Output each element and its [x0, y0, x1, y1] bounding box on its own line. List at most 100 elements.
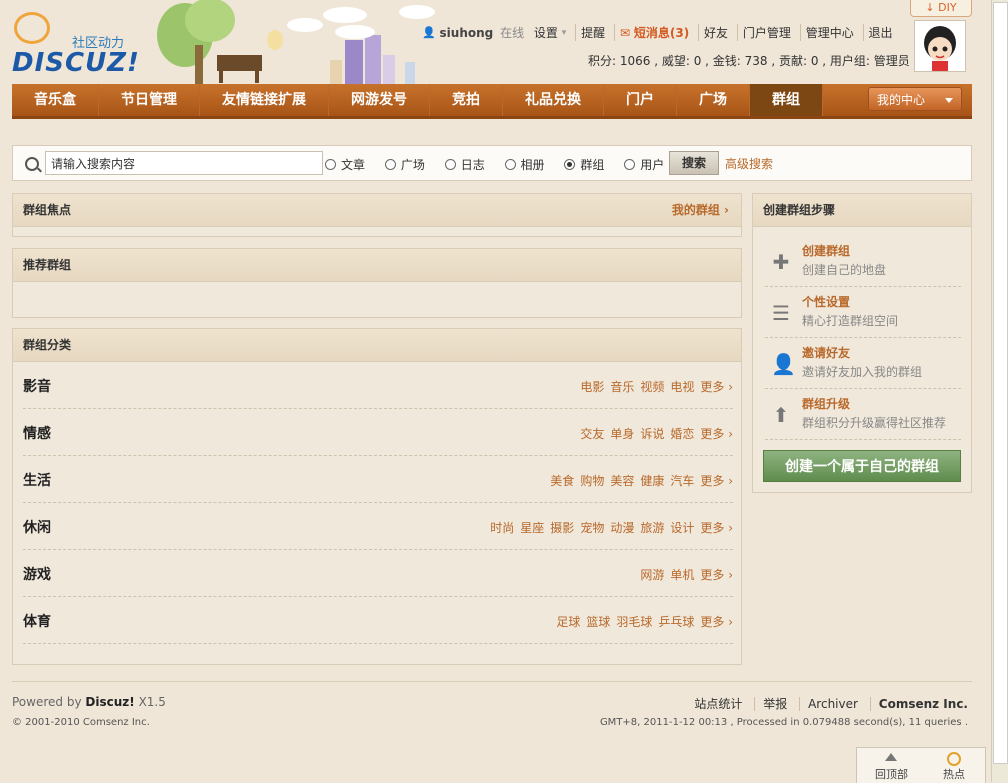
category-tag-link[interactable]: 单机: [670, 568, 694, 582]
category-name[interactable]: 游戏: [23, 564, 51, 584]
category-tags: 美食 购物 美容 健康 汽车 更多 ›: [544, 472, 733, 489]
step-title[interactable]: 个性设置: [802, 293, 850, 310]
category-tag-link[interactable]: 视频: [640, 380, 664, 394]
category-tag-link[interactable]: 婚恋: [670, 427, 694, 441]
user-stats: 积分: 1066 , 威望: 0 , 金钱: 738 , 贡献: 0 , 用户组…: [588, 54, 910, 68]
category-more-link[interactable]: 更多 ›: [700, 521, 733, 535]
step-desc: 邀请好友加入我的群组: [802, 365, 923, 379]
footer-link-stats[interactable]: 站点统计: [686, 697, 750, 711]
category-tag-link[interactable]: 宠物: [580, 521, 604, 535]
category-tag-link[interactable]: 星座: [520, 521, 544, 535]
admin-center-link[interactable]: 管理中心: [799, 24, 859, 41]
footer-link-archiver[interactable]: Archiver: [799, 697, 866, 711]
nav-item-portal[interactable]: 门户: [604, 84, 677, 116]
step-title[interactable]: 邀请好友: [802, 344, 850, 361]
create-group-button[interactable]: 创建一个属于自己的群组: [763, 450, 961, 482]
my-groups-link[interactable]: 我的群组 ›: [672, 194, 729, 226]
search-option-square[interactable]: 广场: [384, 156, 425, 173]
category-tag-link[interactable]: 音乐: [610, 380, 634, 394]
diy-button[interactable]: ↓ DIY: [910, 0, 972, 17]
footer-link-report[interactable]: 举报: [754, 697, 796, 711]
nav-item-gifts[interactable]: 礼品兑换: [503, 84, 604, 116]
category-row: 游戏 网游 单机 更多 ›: [23, 550, 733, 597]
category-tag-link[interactable]: 单身: [610, 427, 634, 441]
category-name[interactable]: 情感: [23, 423, 51, 443]
category-more-link[interactable]: 更多 ›: [700, 474, 733, 488]
version: X1.5: [138, 695, 166, 709]
search-option-album[interactable]: 相册: [504, 156, 545, 173]
category-tag-link[interactable]: 美食: [550, 474, 574, 488]
nav-item-gamecodes[interactable]: 网游发号: [329, 84, 430, 116]
back-to-top-button[interactable]: 回顶部: [875, 766, 908, 782]
category-tag-link[interactable]: 健康: [640, 474, 664, 488]
friends-link[interactable]: 好友: [698, 24, 733, 41]
category-more-link[interactable]: 更多 ›: [700, 380, 733, 394]
category-tag-link[interactable]: 足球: [556, 615, 580, 629]
search-option-user[interactable]: 用户: [624, 156, 664, 173]
nav-item-groups[interactable]: 群组: [750, 84, 823, 116]
nav-item-auction[interactable]: 竞拍: [430, 84, 503, 116]
search-icon: [25, 157, 39, 171]
search-option-group[interactable]: 群组: [564, 156, 604, 173]
category-tag-link[interactable]: 美容: [610, 474, 634, 488]
my-center-dropdown[interactable]: 我的中心: [868, 87, 962, 111]
category-tag-link[interactable]: 电视: [670, 380, 694, 394]
logout-link[interactable]: 退出: [862, 24, 898, 41]
category-name[interactable]: 体育: [23, 611, 51, 631]
search-input[interactable]: [45, 151, 323, 175]
avatar[interactable]: [914, 20, 966, 72]
group-categories-title: 群组分类: [23, 338, 72, 352]
category-tag-link[interactable]: 交友: [580, 427, 604, 441]
category-tag-link[interactable]: 网游: [640, 568, 664, 582]
category-tag-link[interactable]: 旅游: [640, 521, 664, 535]
scrollbar-thumb[interactable]: [993, 2, 1008, 764]
advanced-search-link[interactable]: 高级搜索: [725, 155, 773, 172]
category-tag-link[interactable]: 羽毛球: [616, 615, 652, 629]
category-tag-link[interactable]: 设计: [670, 521, 694, 535]
search-type-options: 文章 广场 日志 相册 群组 用户: [325, 156, 680, 173]
portal-admin-link[interactable]: 门户管理: [736, 24, 796, 41]
nav-item-musicbox[interactable]: 音乐盒: [12, 84, 99, 116]
processing-info: GMT+8, 2011-1-12 00:13 , Processed in 0.…: [599, 717, 968, 728]
category-tag-link[interactable]: 电影: [580, 380, 604, 394]
category-tag-link[interactable]: 篮球: [586, 615, 610, 629]
category-more-link[interactable]: 更多 ›: [700, 615, 733, 629]
arrow-up-icon: ⬆: [772, 403, 790, 427]
search-button[interactable]: 搜索: [669, 151, 719, 175]
category-tags: 电影 音乐 视频 电视 更多 ›: [574, 378, 733, 395]
username-link[interactable]: siuhong: [440, 26, 494, 40]
group-categories-panel: 群组分类 影音 电影 音乐 视频 电视 更多 › 情感 交友 单身 诉说 婚恋 更多 › 生活 美食 购物美…: [12, 328, 742, 665]
panel-header: 推荐群组: [13, 249, 741, 282]
nav-item-friendlinks[interactable]: 友情链接扩展: [200, 84, 329, 116]
category-tag-link[interactable]: 诉说: [640, 427, 664, 441]
category-tag-link[interactable]: 购物: [580, 474, 604, 488]
category-row: 生活 美食 购物 美容 健康 汽车 更多 ›: [23, 456, 733, 503]
category-name[interactable]: 生活: [23, 470, 51, 490]
search-option-blog[interactable]: 日志: [444, 156, 485, 173]
category-tag-link[interactable]: 汽车: [670, 474, 694, 488]
messages-link[interactable]: ✉ 短消息(3): [613, 24, 694, 41]
vertical-scrollbar[interactable]: [991, 0, 1008, 782]
step-desc: 创建自己的地盘: [802, 263, 887, 277]
step-title[interactable]: 群组升级: [802, 395, 850, 412]
category-more-link[interactable]: 更多 ›: [700, 568, 733, 582]
category-tag-link[interactable]: 动漫: [610, 521, 634, 535]
nav-item-festival[interactable]: 节日管理: [99, 84, 200, 116]
hot-button[interactable]: 热点: [943, 766, 965, 782]
category-name[interactable]: 休闲: [23, 517, 51, 537]
back-to-top-icon: [885, 753, 897, 761]
category-more-link[interactable]: 更多 ›: [700, 427, 733, 441]
category-tag-link[interactable]: 时尚: [490, 521, 514, 535]
discuz-link[interactable]: Discuz!: [85, 695, 134, 709]
step-title[interactable]: 创建群组: [802, 242, 850, 259]
category-tag-link[interactable]: 乒乓球: [658, 615, 694, 629]
category-name[interactable]: 影音: [23, 376, 51, 396]
footer-link-comsenz[interactable]: Comsenz Inc.: [869, 697, 968, 711]
settings-link[interactable]: 设置 ▾: [534, 24, 571, 41]
notifications-link[interactable]: 提醒: [575, 24, 610, 41]
search-option-article[interactable]: 文章: [325, 156, 365, 173]
user-bar: 👤 siuhong 在线 设置 ▾ 提醒 ✉ 短消息(3) 好友 门户管理 管理…: [422, 24, 898, 42]
nav-item-square[interactable]: 广场: [677, 84, 750, 116]
category-tag-link[interactable]: 摄影: [550, 521, 574, 535]
logo[interactable]: 社区动力 DISCUZ!: [12, 10, 147, 80]
